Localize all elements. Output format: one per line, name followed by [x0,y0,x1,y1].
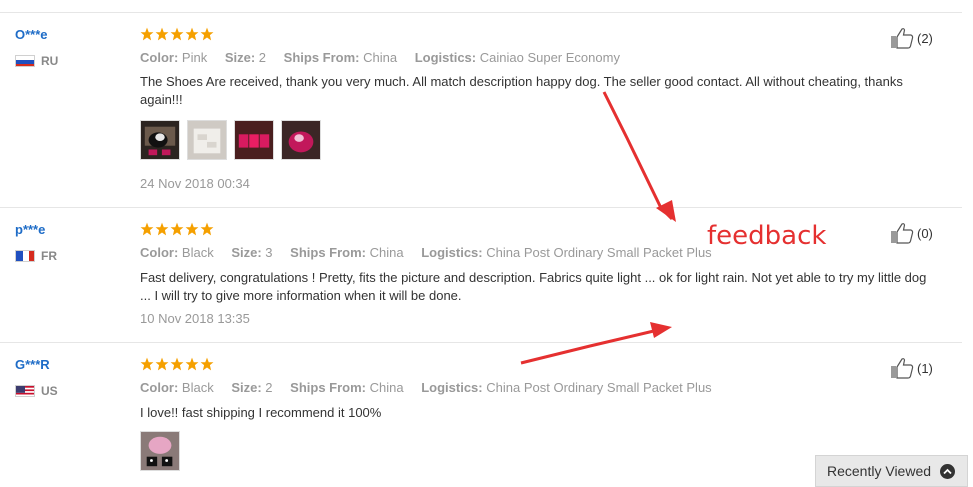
star-icon [200,222,214,236]
country-code: US [41,384,58,398]
star-rating [140,357,214,371]
size-value: 2 [258,50,267,65]
recently-viewed-tab[interactable]: Recently Viewed [815,455,968,487]
size-label: Size: [231,245,262,260]
logistics-label: Logistics: [414,50,477,65]
logistics-label: Logistics: [421,380,483,395]
annotation-arrowhead [650,322,672,338]
ships-from-label: Ships From: [290,245,366,260]
star-icon [140,27,154,41]
review-photo-thumbnail[interactable] [234,120,274,160]
annotation-label: feedback [707,221,827,251]
review-photos [140,431,180,471]
review-date: 10 Nov 2018 13:35 [140,311,250,326]
reviewer-country: RU [15,54,58,68]
star-icon [200,357,214,371]
reviewer-name[interactable]: p***e [15,222,45,237]
star-icon [155,27,169,41]
size-value: 2 [265,380,273,395]
star-icon [185,222,199,236]
color-value: Black [181,245,214,260]
thumbs-up-icon [891,358,914,379]
reviewer-country: US [15,384,58,398]
size-label: Size: [231,380,262,395]
divider [0,207,962,208]
star-icon [140,357,154,371]
helpful-button[interactable]: (0) [890,222,933,244]
star-icon [200,27,214,41]
review-text: Fast delivery, congratulations ! Pretty,… [140,270,927,303]
thumbs-up-icon [891,223,914,244]
annotation-arrow [520,328,659,365]
helpful-button[interactable]: (1) [890,357,933,379]
ships-from-value: China [369,380,404,395]
helpful-count: (2) [917,30,933,46]
color-label: Color: [140,245,179,260]
logistics-value: China Post Ordinary Small Packet Plus [486,380,712,395]
star-icon [155,357,169,371]
country-code: FR [41,249,57,263]
color-value: Pink [181,50,208,65]
reviewer-name[interactable]: G***R [15,357,50,372]
order-info: Color: Black Size: 2 Ships From: China L… [140,380,726,395]
thumbs-up-icon [891,28,914,49]
star-icon [155,222,169,236]
recently-viewed-label: Recently Viewed [827,463,932,479]
flag-ru-icon [15,55,35,67]
chevron-up-icon [940,463,956,479]
logistics-value: Cainiao Super Economy [479,50,620,65]
review-text: The Shoes Are received, thank you very m… [140,74,903,107]
review-photos [140,120,321,160]
order-info: Color: Black Size: 3 Ships From: China L… [140,245,726,260]
ships-from-value: China [369,245,404,260]
order-info: Color: Pink Size: 2 Ships From: China Lo… [140,50,634,65]
star-icon [170,357,184,371]
star-icon [170,27,184,41]
reviewer-country: FR [15,249,57,263]
flag-us-icon [15,385,35,397]
star-icon [185,27,199,41]
annotation-arrow [602,91,674,221]
star-rating [140,222,214,236]
size-value: 3 [265,245,273,260]
color-value: Black [181,380,214,395]
annotation-arrowhead [656,200,676,222]
review-photo-thumbnail[interactable] [140,120,180,160]
star-icon [170,222,184,236]
ships-from-label: Ships From: [290,380,366,395]
review-photo-thumbnail[interactable] [140,431,180,471]
review-photo-thumbnail[interactable] [281,120,321,160]
color-label: Color: [140,380,179,395]
color-label: Color: [140,50,179,65]
helpful-button[interactable]: (2) [890,27,933,49]
helpful-count: (0) [917,225,933,241]
star-icon [140,222,154,236]
logistics-label: Logistics: [421,245,483,260]
review-photo-thumbnail[interactable] [187,120,227,160]
helpful-count: (1) [917,360,933,376]
reviewer-name[interactable]: O***e [15,27,48,42]
divider-top [0,12,962,13]
divider [0,342,962,343]
review-text: I love!! fast shipping I recommend it 10… [140,405,382,420]
logistics-value: China Post Ordinary Small Packet Plus [486,245,712,260]
star-icon [185,357,199,371]
country-code: RU [41,54,59,68]
ships-from-label: Ships From: [283,50,360,65]
size-label: Size: [224,50,256,65]
star-rating [140,27,214,41]
flag-fr-icon [15,250,35,262]
review-date: 24 Nov 2018 00:34 [140,176,250,191]
ships-from-value: China [363,50,398,65]
